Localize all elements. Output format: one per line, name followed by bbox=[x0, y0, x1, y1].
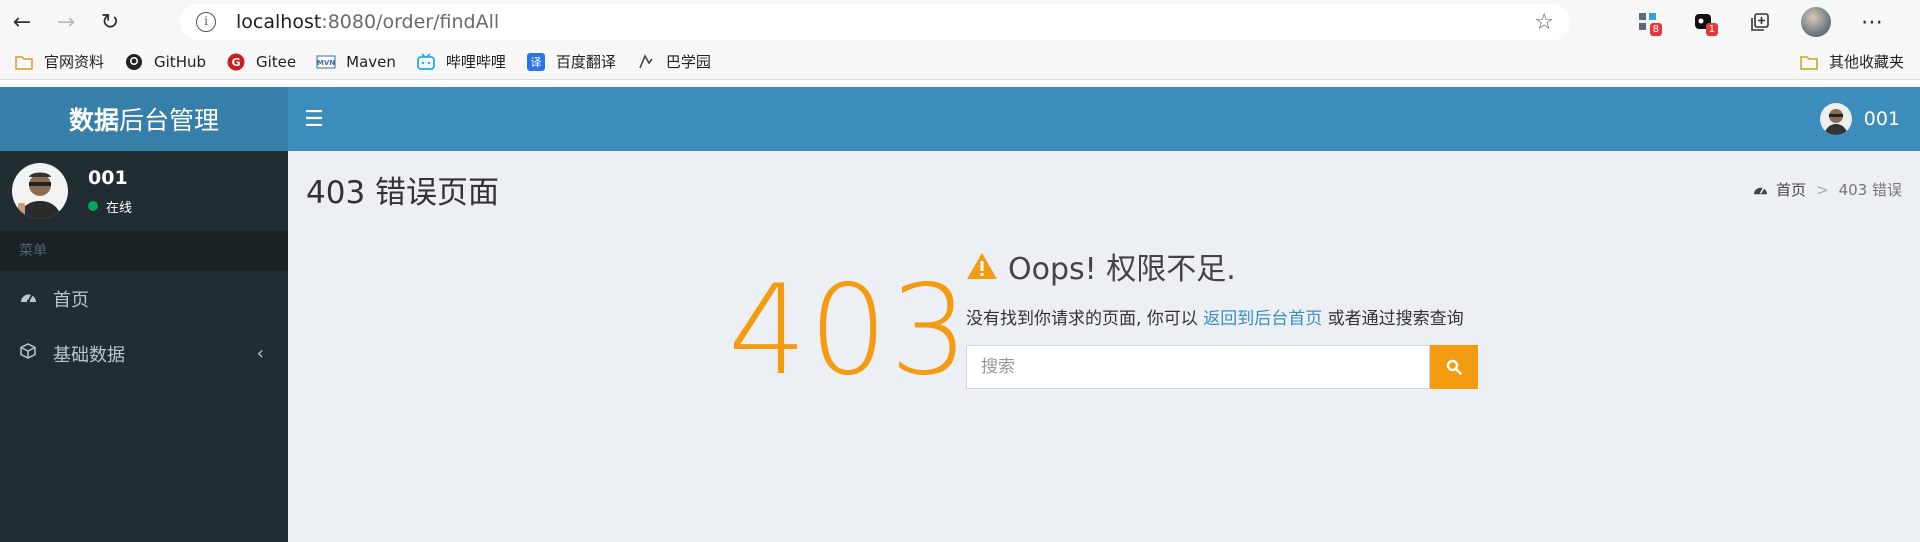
search-input[interactable] bbox=[966, 345, 1430, 389]
favorite-star-icon[interactable]: ☆ bbox=[1534, 10, 1554, 35]
user-panel: 001 在线 bbox=[0, 151, 288, 231]
extensions-area: 8 1 ⋯ bbox=[1620, 0, 1900, 44]
logo-bold: 数据 bbox=[68, 106, 119, 135]
folder-icon bbox=[1799, 52, 1819, 72]
bookmark-maven[interactable]: MVN Maven bbox=[316, 52, 396, 72]
address-bar[interactable]: i localhost:8080/order/findAll ☆ bbox=[180, 4, 1570, 40]
bookmark-label: 巴学园 bbox=[665, 53, 711, 71]
url-path: :8080/order/findAll bbox=[321, 11, 500, 33]
error-code: 403 bbox=[728, 259, 971, 403]
search-icon bbox=[1446, 359, 1462, 375]
sidebar-username: 001 bbox=[88, 166, 128, 189]
translate-icon: 译 bbox=[526, 52, 546, 72]
back-arrow-icon[interactable]: ← bbox=[0, 0, 44, 44]
breadcrumb: 首页 > 403 错误 bbox=[1753, 179, 1902, 200]
extension-badge: 8 bbox=[1649, 23, 1662, 36]
cube-icon bbox=[20, 343, 44, 364]
collections-extension-icon[interactable]: 8 bbox=[1620, 0, 1676, 44]
bookmark-label: GitHub bbox=[154, 52, 206, 71]
app: 数据 后台管理 ☰ 001 001 在线 菜单 首页 基础数据 ‹ 403 错误… bbox=[0, 87, 1920, 542]
github-icon bbox=[124, 52, 144, 72]
dashboard-icon bbox=[1753, 183, 1768, 196]
search-form bbox=[966, 345, 1478, 389]
breadcrumb-separator: > bbox=[1816, 180, 1829, 199]
collections-icon[interactable] bbox=[1732, 0, 1788, 44]
bookmark-label: Gitee bbox=[256, 52, 297, 71]
app-header: 数据 后台管理 ☰ 001 bbox=[0, 87, 1920, 151]
bookmark-label: 哔哩哔哩 bbox=[445, 53, 506, 71]
bookmark-label: 百度翻译 bbox=[555, 53, 616, 71]
online-status-icon bbox=[88, 201, 98, 211]
bookmark-github[interactable]: GitHub bbox=[124, 52, 206, 72]
error-title-text: Oops! 权限不足. bbox=[1008, 252, 1236, 287]
notes-extension-icon[interactable]: 1 bbox=[1676, 0, 1732, 44]
back-to-home-link[interactable]: 返回到后台首页 bbox=[1203, 309, 1322, 329]
logo[interactable]: 数据 后台管理 bbox=[0, 87, 288, 151]
bookmark-baxueyuan[interactable]: 巴学园 bbox=[636, 51, 711, 72]
maven-icon: MVN bbox=[316, 52, 336, 72]
refresh-icon[interactable]: ↻ bbox=[88, 0, 132, 44]
folder-icon bbox=[14, 52, 34, 72]
breadcrumb-current: 403 错误 bbox=[1838, 181, 1902, 199]
menu-header: 菜单 bbox=[0, 231, 288, 271]
dashboard-icon bbox=[20, 289, 44, 309]
sidebar-toggle-icon[interactable]: ☰ bbox=[288, 87, 340, 151]
site-info-icon[interactable]: i bbox=[196, 12, 216, 32]
avatar bbox=[1819, 103, 1852, 135]
url-text[interactable]: localhost:8080/order/findAll bbox=[236, 11, 499, 33]
extension-badge: 1 bbox=[1705, 23, 1718, 36]
bookmark-bilibili[interactable]: 哔哩哔哩 bbox=[416, 51, 506, 72]
error-title: Oops! 权限不足. bbox=[966, 244, 1486, 288]
gitee-icon: G bbox=[226, 52, 246, 72]
svg-text:G: G bbox=[231, 56, 240, 69]
error-content: Oops! 权限不足. 没有找到你请求的页面, 你可以 返回到后台首页 或者通过… bbox=[966, 244, 1486, 389]
browser-toolbar: ← → ↻ i localhost:8080/order/findAll ☆ 8… bbox=[0, 0, 1920, 44]
status-label: 在线 bbox=[106, 200, 133, 216]
content-wrapper: 403 错误页面 首页 > 403 错误 403 Oops! 权限不足. 没有找… bbox=[288, 151, 1920, 542]
user-status: 在线 bbox=[88, 197, 132, 216]
bookmark-label: 官网资料 bbox=[44, 53, 105, 71]
bookmark-folder[interactable]: 官网资料 bbox=[14, 51, 104, 72]
sidebar-item-home[interactable]: 首页 bbox=[0, 271, 288, 326]
bookmark-baidu-translate[interactable]: 译 百度翻译 bbox=[526, 51, 616, 72]
error-description: 没有找到你请求的页面, 你可以 返回到后台首页 或者通过搜索查询 bbox=[966, 304, 1486, 329]
svg-text:译: 译 bbox=[530, 56, 541, 69]
forward-arrow-icon[interactable]: → bbox=[44, 0, 88, 44]
page-title: 403 错误页面 bbox=[306, 175, 500, 211]
url-host: localhost bbox=[236, 11, 322, 33]
avatar bbox=[12, 163, 68, 219]
warning-icon bbox=[966, 252, 998, 280]
user-menu[interactable]: 001 bbox=[1819, 103, 1900, 135]
bookmark-label: 其他收藏夹 bbox=[1828, 53, 1904, 71]
logo-rest: 后台管理 bbox=[119, 106, 220, 135]
breadcrumb-home[interactable]: 首页 bbox=[1776, 179, 1806, 200]
profile-avatar[interactable] bbox=[1788, 0, 1844, 44]
sidebar-item-label: 首页 bbox=[53, 289, 89, 311]
bookmarks-bar: 官网资料 GitHub G Gitee MVN Maven 哔哩哔哩 译 百度翻… bbox=[0, 44, 1920, 80]
bookmark-gitee[interactable]: G Gitee bbox=[226, 52, 296, 72]
baxueyuan-icon bbox=[636, 52, 656, 72]
desc-prefix: 没有找到你请求的页面, 你可以 bbox=[966, 309, 1204, 329]
chevron-left-icon: ‹ bbox=[256, 343, 264, 364]
user-info: 001 在线 bbox=[88, 167, 132, 216]
sidebar-item-label: 基础数据 bbox=[53, 344, 125, 366]
header-username: 001 bbox=[1863, 108, 1900, 130]
bookmark-other-folder[interactable]: 其他收藏夹 bbox=[1799, 51, 1904, 72]
search-button[interactable] bbox=[1430, 345, 1478, 389]
bookmark-label: Maven bbox=[346, 52, 396, 71]
svg-text:MVN: MVN bbox=[317, 59, 335, 67]
bilibili-icon bbox=[416, 52, 436, 72]
sidebar: 001 在线 菜单 首页 基础数据 ‹ bbox=[0, 151, 288, 542]
more-menu-icon[interactable]: ⋯ bbox=[1844, 0, 1900, 44]
top-navbar: ☰ 001 bbox=[288, 87, 1920, 151]
desc-suffix: 或者通过搜索查询 bbox=[1322, 309, 1464, 329]
sidebar-item-basic-data[interactable]: 基础数据 ‹ bbox=[0, 326, 288, 381]
